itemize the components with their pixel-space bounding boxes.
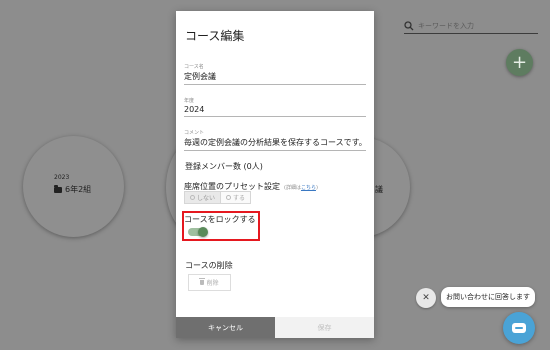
course-name-label: 6年2組 <box>65 185 92 194</box>
comment-field[interactable]: コメント 毎週の定例会議の分析結果を保存するコースです。 <box>184 129 367 151</box>
lock-course-label: コースをロックする <box>184 215 256 224</box>
chat-close-button[interactable]: ✕ <box>416 288 436 308</box>
search-icon <box>404 20 414 30</box>
lock-course-toggle[interactable] <box>188 227 208 237</box>
course-name-label: コース名 <box>184 64 204 70</box>
toggle-knob <box>198 227 208 237</box>
seat-preset-note: (詳細はこちら) <box>284 184 318 191</box>
details-link[interactable]: こちら <box>301 185 316 191</box>
preset-option-on[interactable]: する <box>221 191 252 204</box>
preset-option-label: する <box>233 195 246 202</box>
course-name-label: 議 <box>375 185 383 194</box>
year-field[interactable]: 年度 2024 <box>184 97 366 117</box>
search-bar[interactable] <box>404 18 538 34</box>
radio-icon <box>226 195 232 200</box>
save-button[interactable]: 保存 <box>275 317 374 338</box>
chat-icon <box>512 323 526 333</box>
cancel-button[interactable]: キャンセル <box>176 317 275 338</box>
course-name-field[interactable]: コース名 定例会議 <box>184 63 366 85</box>
trash-icon <box>199 278 206 285</box>
radio-icon <box>190 195 195 200</box>
year-label: 年度 <box>184 98 195 104</box>
chat-button[interactable] <box>503 312 535 344</box>
search-input[interactable] <box>418 21 528 30</box>
course-name-input[interactable]: 定例会議 <box>184 71 366 84</box>
preset-option-off[interactable]: しない <box>184 191 222 204</box>
note-suffix: ) <box>315 185 318 191</box>
member-count: 登録メンバー数 (0人) <box>185 162 263 171</box>
comment-input[interactable]: 毎週の定例会議の分析結果を保存するコースです。 <box>184 137 367 150</box>
course-card[interactable]: 2023 6年2組 <box>23 136 124 237</box>
course-year: 2023 <box>54 174 70 181</box>
comment-label: コメント <box>184 130 205 136</box>
preset-option-label: しない <box>197 195 216 202</box>
chat-prompt-bubble[interactable]: お問い合わせに回答します <box>441 287 535 307</box>
dialog-footer: キャンセル 保存 <box>176 317 374 338</box>
delete-button[interactable]: 削除 <box>188 274 231 291</box>
delete-button-label: 削除 <box>206 280 219 287</box>
year-input[interactable]: 2024 <box>184 105 366 116</box>
add-course-button[interactable]: + <box>506 49 533 76</box>
folder-icon <box>54 184 62 193</box>
course-edit-dialog: コース編集 コース名 定例会議 年度 2024 コメント 毎週の定例会議の分析結… <box>176 11 374 338</box>
course-name: 6年2組 <box>54 184 91 195</box>
seat-preset-toggle[interactable]: しない する <box>184 191 252 204</box>
note-prefix: (詳細は <box>284 185 301 191</box>
delete-course-title: コースの削除 <box>185 261 233 270</box>
dialog-title: コース編集 <box>185 29 245 43</box>
